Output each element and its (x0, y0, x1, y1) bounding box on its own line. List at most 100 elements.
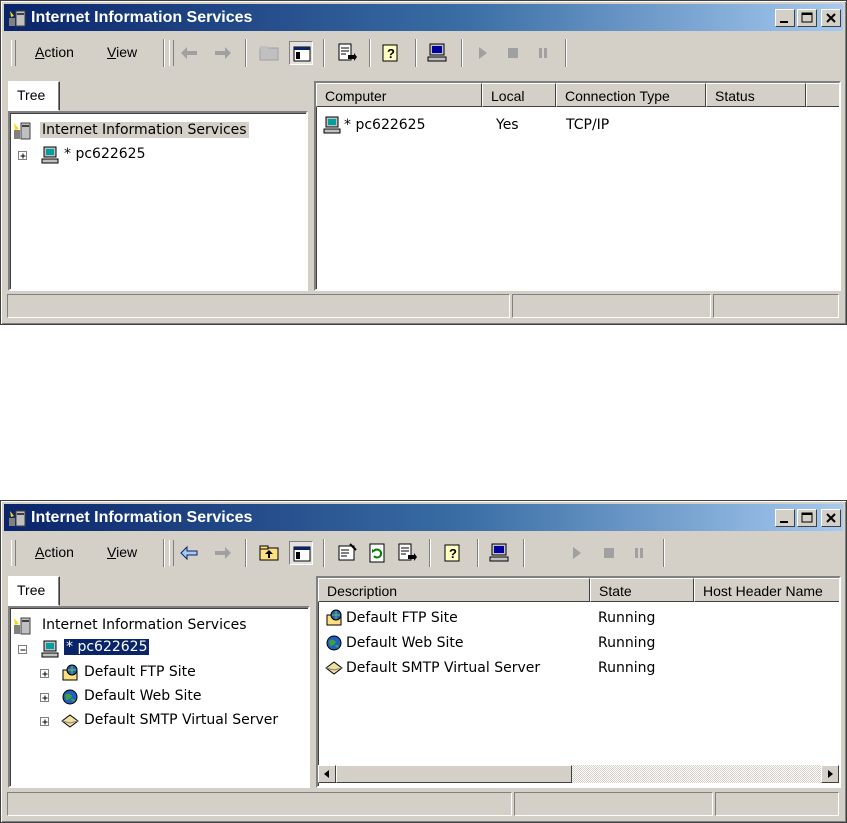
minimize-button[interactable] (775, 509, 795, 527)
column-header-connection-type[interactable]: Connection Type (556, 83, 706, 107)
back-button[interactable] (177, 41, 201, 65)
toolbar-grip[interactable] (169, 540, 174, 566)
toolbar-separator (429, 539, 431, 567)
forward-button[interactable] (211, 541, 235, 565)
maximize-button[interactable] (797, 9, 817, 27)
tree-computer-label: * pc622625 (64, 146, 146, 162)
connect-button[interactable] (425, 41, 449, 65)
menu-action-rest: ction (44, 44, 74, 60)
menu-action[interactable]: Action (35, 544, 74, 560)
refresh-button[interactable] (365, 541, 389, 565)
smtp-server-icon (325, 661, 343, 675)
pause-button[interactable] (627, 541, 651, 565)
cell-description: Default Web Site (346, 635, 464, 651)
column-header-local[interactable]: Local (482, 83, 556, 107)
window-title: Internet Information Services (31, 9, 253, 26)
expand-icon[interactable] (40, 693, 49, 702)
start-button[interactable] (471, 41, 495, 65)
status-bar (7, 792, 839, 816)
maximize-icon (801, 12, 813, 23)
forward-arrow-icon (215, 47, 231, 59)
list-row[interactable]: Default FTP Site Running (324, 608, 824, 630)
tree-pane[interactable]: Internet Information Services * pc622625… (8, 606, 310, 788)
column-header-status[interactable]: Status (706, 83, 806, 107)
toolbar-separator (477, 539, 479, 567)
column-header-host-header-name[interactable]: Host Header Name (694, 578, 839, 602)
list-row[interactable]: Default Web Site Running (324, 633, 824, 655)
close-button[interactable] (821, 509, 841, 527)
close-button[interactable] (821, 9, 841, 27)
minimize-button[interactable] (775, 9, 795, 27)
start-button[interactable] (565, 541, 589, 565)
properties-button[interactable] (335, 541, 359, 565)
title-bar[interactable]: Internet Information Services (4, 504, 843, 531)
mnemonic-v: V (107, 544, 117, 560)
toolbar: Action View ? (5, 34, 842, 71)
scroll-left-button[interactable] (318, 765, 336, 783)
stop-button[interactable] (501, 41, 525, 65)
toolbar-grip[interactable] (11, 540, 16, 566)
toolbar-grip[interactable] (11, 40, 16, 66)
show-hide-tree-button[interactable] (289, 541, 313, 565)
back-button[interactable] (177, 541, 201, 565)
maximize-button[interactable] (797, 509, 817, 527)
status-bar (7, 294, 839, 318)
forward-button[interactable] (211, 41, 235, 65)
list-row[interactable]: Default SMTP Virtual Server Running (324, 658, 824, 680)
collapse-icon[interactable] (18, 645, 27, 654)
expand-icon[interactable] (40, 669, 49, 678)
tab-tree[interactable]: Tree (8, 81, 60, 111)
list-row[interactable]: * pc622625 Yes TCP/IP (322, 115, 832, 137)
help-icon: ? (382, 44, 398, 62)
tab-tree[interactable]: Tree (8, 576, 60, 606)
horizontal-scrollbar[interactable] (318, 765, 839, 783)
menu-action[interactable]: Action (35, 44, 74, 60)
stop-button[interactable] (597, 541, 621, 565)
column-header-description[interactable]: Description (318, 578, 590, 602)
cell-state: Running (598, 635, 656, 651)
show-hide-tree-button[interactable] (289, 41, 313, 65)
column-header-state[interactable]: State (590, 578, 694, 602)
cell-state: Running (598, 610, 656, 626)
cell-computer: * pc622625 (344, 117, 426, 133)
export-list-button[interactable] (395, 541, 419, 565)
status-panel (514, 792, 713, 816)
tree-web-site-label: Default Web Site (84, 688, 202, 704)
tree-computer-label: * pc622625 (62, 638, 151, 656)
help-button[interactable]: ? (379, 41, 403, 65)
tree-pane-icon (293, 46, 311, 62)
scroll-thumb[interactable] (336, 765, 572, 783)
iis-app-icon (9, 510, 26, 527)
list-pane[interactable]: Computer Local Connection Type Status * … (314, 81, 841, 291)
computer-connect-icon (427, 43, 447, 62)
expand-icon[interactable] (18, 151, 27, 160)
scroll-right-button[interactable] (821, 765, 839, 783)
export-list-icon (338, 43, 357, 61)
toolbar-grip[interactable] (169, 40, 174, 66)
folder-up-icon (259, 46, 279, 61)
help-button[interactable]: ? (441, 541, 465, 565)
menu-view[interactable]: View (107, 44, 137, 60)
pause-button[interactable] (531, 41, 555, 65)
folder-up-icon (259, 545, 279, 561)
up-one-level-button[interactable] (257, 41, 281, 65)
list-pane[interactable]: Description State Host Header Name Defau… (316, 576, 841, 788)
tree-pane[interactable]: Internet Information Services * pc622625 (8, 111, 308, 291)
toolbar: Action View ? (5, 534, 842, 571)
menu-view[interactable]: View (107, 544, 137, 560)
connect-button[interactable] (487, 541, 511, 565)
back-arrow-icon (180, 545, 198, 561)
pause-icon (539, 48, 547, 58)
tree-smtp-server-label: Default SMTP Virtual Server (84, 712, 279, 728)
column-header-computer[interactable]: Computer (316, 83, 482, 107)
mnemonic-a: A (35, 544, 45, 560)
toolbar-separator (323, 39, 325, 67)
up-one-level-button[interactable] (257, 541, 281, 565)
cell-description: Default SMTP Virtual Server (346, 660, 541, 676)
expand-icon[interactable] (40, 717, 49, 726)
export-list-button[interactable] (335, 41, 359, 65)
forward-arrow-icon (215, 547, 231, 559)
title-bar[interactable]: Internet Information Services (4, 4, 843, 31)
tree-ftp-site-label: Default FTP Site (84, 664, 196, 680)
ftp-site-icon (326, 609, 342, 626)
